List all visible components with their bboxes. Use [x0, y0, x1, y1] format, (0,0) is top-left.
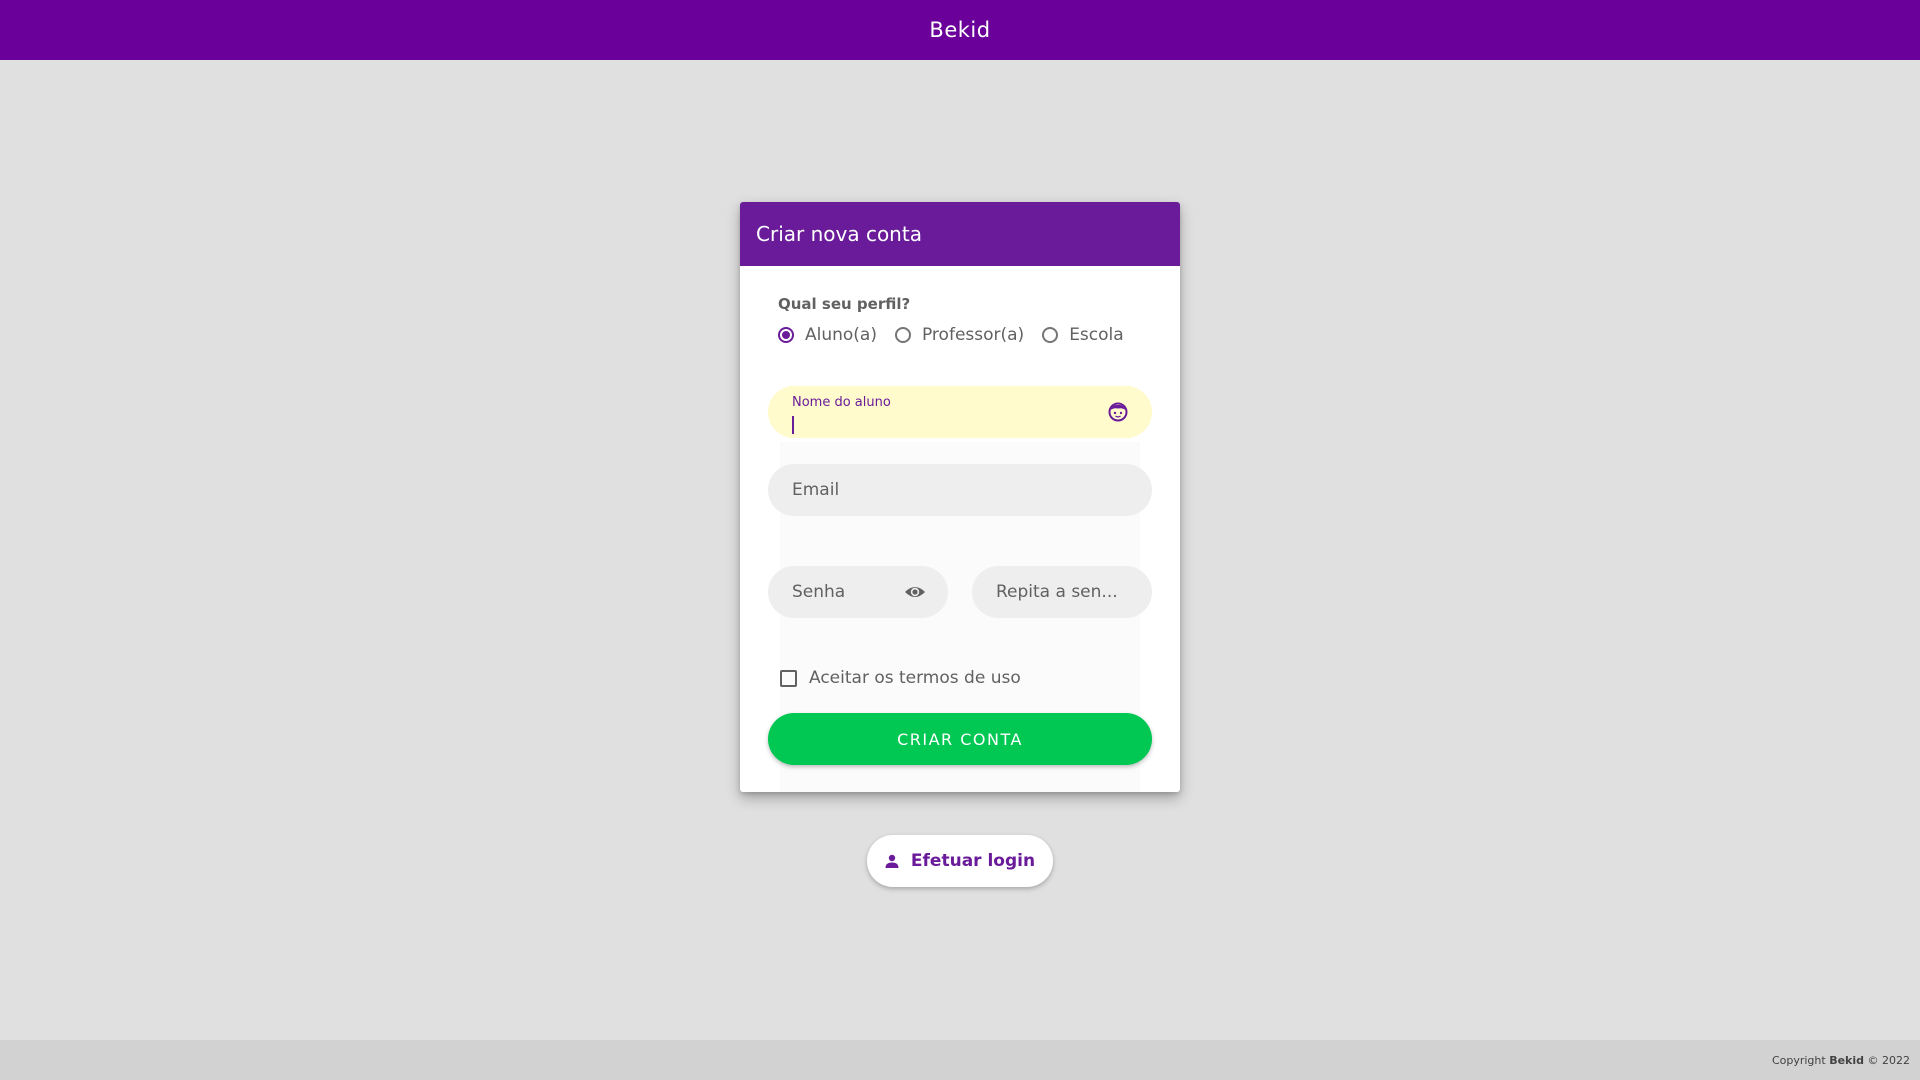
signup-card: Criar nova conta Qual seu perfil? Aluno(…	[740, 202, 1180, 792]
password-field[interactable]: Senha	[768, 566, 948, 618]
password-placeholder: Senha	[792, 582, 846, 602]
card-header: Criar nova conta	[740, 202, 1180, 266]
child-face-icon	[1108, 402, 1128, 422]
repeat-password-field[interactable]: Repita a sen...	[972, 566, 1152, 618]
app-title: Bekid	[929, 18, 991, 42]
create-account-label: CRIAR CONTA	[897, 729, 1023, 749]
radio-escola[interactable]: Escola	[1042, 325, 1124, 345]
text-caret	[792, 416, 794, 434]
radio-checked-icon[interactable]	[778, 327, 794, 343]
radio-unchecked-icon[interactable]	[1042, 327, 1059, 343]
profile-question: Qual seu perfil?	[778, 295, 911, 313]
copyright-prefix: Copyright	[1771, 1053, 1826, 1067]
radio-unchecked-icon[interactable]	[894, 327, 911, 343]
copyright-year: © 2022	[1867, 1053, 1911, 1067]
copyright-brand: Bekid	[1829, 1053, 1864, 1067]
radio-label-professor: Professor(a)	[921, 325, 1025, 345]
radio-aluno[interactable]: Aluno(a)	[778, 325, 877, 345]
terms-label: Aceitar os termos de uso	[809, 668, 1021, 688]
footer: Copyright Bekid © 2022	[0, 1040, 1920, 1080]
card-title: Criar nova conta	[756, 222, 922, 246]
student-name-field[interactable]: Nome do aluno	[768, 386, 1152, 438]
radio-label-escola: Escola	[1069, 325, 1124, 345]
repeat-password-placeholder: Repita a sen...	[996, 582, 1118, 602]
person-icon	[885, 854, 899, 868]
radio-label-aluno: Aluno(a)	[805, 325, 877, 345]
radio-professor[interactable]: Professor(a)	[894, 325, 1025, 345]
email-placeholder: Email	[792, 480, 840, 500]
student-name-label: Nome do aluno	[792, 395, 891, 410]
create-account-button[interactable]: CRIAR CONTA	[768, 713, 1152, 765]
login-button[interactable]: Efetuar login	[867, 835, 1053, 887]
terms-checkbox-row[interactable]: Aceitar os termos de uso	[780, 668, 1021, 688]
email-field[interactable]: Email	[768, 464, 1152, 516]
profile-radio-group: Aluno(a) Professor(a) Escola	[778, 325, 1142, 345]
app-header: Bekid	[0, 0, 1920, 60]
checkbox-icon[interactable]	[780, 669, 797, 687]
eye-icon[interactable]	[904, 582, 926, 602]
login-label: Efetuar login	[910, 851, 1036, 871]
